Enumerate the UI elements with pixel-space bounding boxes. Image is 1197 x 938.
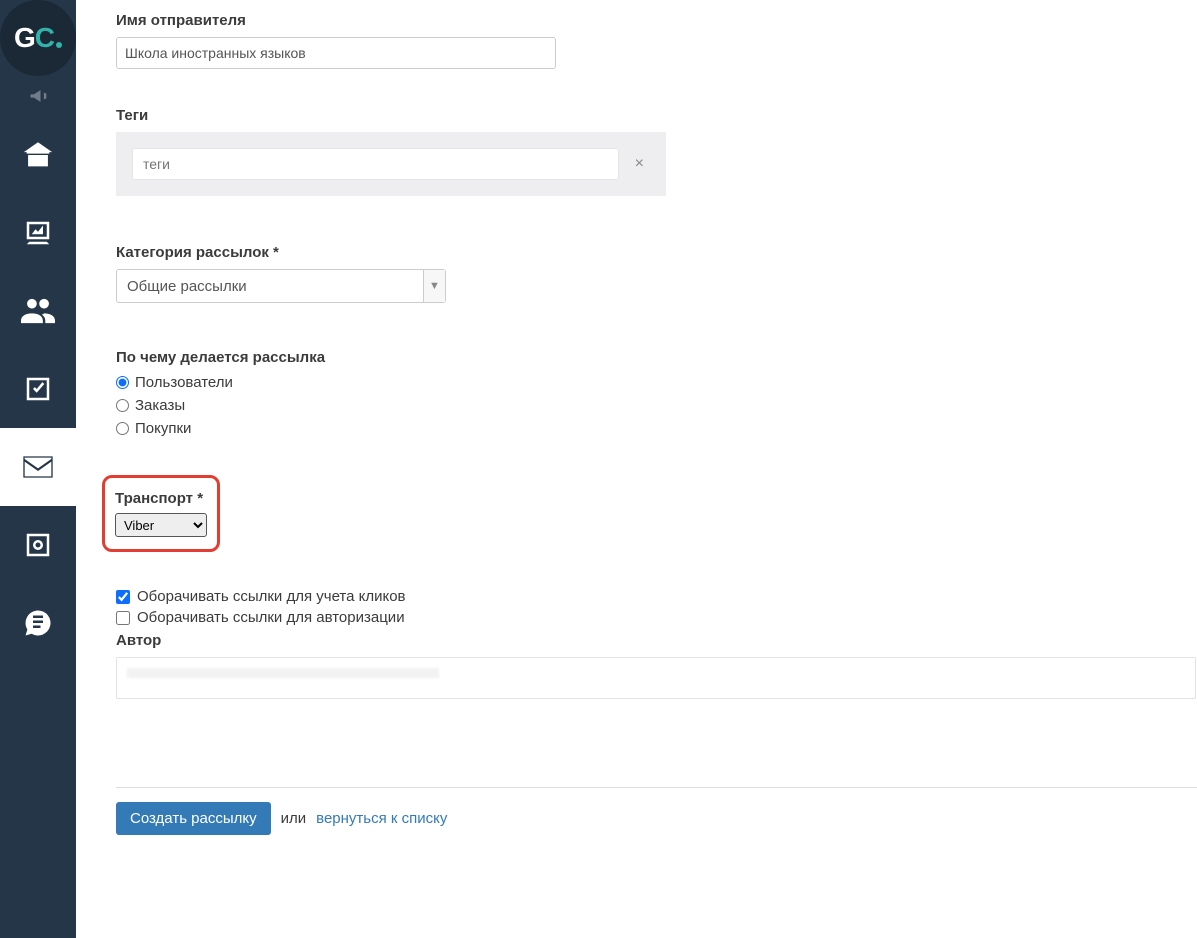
main-form: Имя отправителя Теги × Категория рассыло… bbox=[76, 0, 1197, 938]
nav-settings[interactable] bbox=[0, 506, 76, 584]
checkbox-wrap-clicks-row[interactable]: Оборачивать ссылки для учета кликов bbox=[116, 588, 1197, 605]
chat-icon bbox=[23, 608, 53, 638]
radio-orders-label: Заказы bbox=[135, 397, 185, 414]
checkbox-wrap-auth[interactable] bbox=[116, 611, 130, 625]
mail-icon bbox=[22, 455, 54, 479]
radio-orders[interactable] bbox=[116, 399, 129, 412]
radio-users-label: Пользователи bbox=[135, 374, 233, 391]
transport-select[interactable]: Viber bbox=[115, 513, 207, 537]
category-label: Категория рассылок * bbox=[116, 244, 1197, 261]
radio-purchases-label: Покупки bbox=[135, 420, 191, 437]
author-input[interactable] bbox=[116, 657, 1196, 699]
tags-clear-icon[interactable]: × bbox=[629, 155, 650, 173]
transport-highlight: Транспорт * Viber bbox=[102, 475, 220, 552]
logo: GC bbox=[0, 0, 76, 76]
check-square-icon bbox=[23, 374, 53, 404]
tags-label: Теги bbox=[116, 107, 1197, 124]
footer-or: или bbox=[281, 810, 307, 827]
field-tags: Теги × bbox=[116, 107, 1197, 196]
chart-board-icon bbox=[23, 218, 53, 248]
basis-option-orders[interactable]: Заказы bbox=[116, 397, 1197, 414]
author-label: Автор bbox=[116, 632, 1197, 649]
checkbox-wrap-clicks[interactable] bbox=[116, 590, 130, 604]
basis-option-purchases[interactable]: Покупки bbox=[116, 420, 1197, 437]
sender-input[interactable] bbox=[116, 37, 556, 69]
nav-analytics[interactable] bbox=[0, 194, 76, 272]
field-category: Категория рассылок * Общие рассылки ▼ bbox=[116, 244, 1197, 303]
transport-label: Транспорт * bbox=[115, 490, 207, 507]
submit-button[interactable]: Создать рассылку bbox=[116, 802, 271, 835]
field-basis: По чему делается рассылка Пользователи З… bbox=[116, 349, 1197, 437]
nav-mail[interactable] bbox=[0, 428, 76, 506]
tags-input[interactable] bbox=[132, 148, 619, 180]
checkbox-wrap-clicks-label: Оборачивать ссылки для учета кликов bbox=[137, 588, 406, 605]
tags-container: × bbox=[116, 132, 666, 196]
field-wrap-links: Оборачивать ссылки для учета кликов Обор… bbox=[116, 588, 1197, 626]
nav-home[interactable] bbox=[0, 116, 76, 194]
nav-tasks[interactable] bbox=[0, 350, 76, 428]
checkbox-wrap-auth-label: Оборачивать ссылки для авторизации bbox=[137, 609, 405, 626]
users-icon bbox=[21, 297, 55, 325]
category-selected: Общие рассылки bbox=[117, 270, 423, 302]
basis-label: По чему делается рассылка bbox=[116, 349, 1197, 366]
megaphone-icon bbox=[28, 88, 48, 104]
form-footer: Создать рассылку или вернуться к списку bbox=[116, 787, 1197, 835]
field-transport-wrap: Транспорт * Viber bbox=[102, 475, 1197, 552]
home-icon bbox=[21, 138, 55, 172]
nav-chat[interactable] bbox=[0, 584, 76, 662]
safe-gear-icon bbox=[23, 530, 53, 560]
sender-label: Имя отправителя bbox=[116, 12, 1197, 29]
logo-text: GC bbox=[14, 22, 62, 54]
back-link[interactable]: вернуться к списку bbox=[316, 810, 447, 827]
radio-users[interactable] bbox=[116, 376, 129, 389]
nav-users[interactable] bbox=[0, 272, 76, 350]
basis-option-users[interactable]: Пользователи bbox=[116, 374, 1197, 391]
checkbox-wrap-auth-row[interactable]: Оборачивать ссылки для авторизации bbox=[116, 609, 1197, 626]
category-select[interactable]: Общие рассылки ▼ bbox=[116, 269, 446, 303]
nav-notifications[interactable] bbox=[0, 76, 76, 116]
chevron-down-icon: ▼ bbox=[423, 270, 445, 302]
radio-purchases[interactable] bbox=[116, 422, 129, 435]
field-sender: Имя отправителя bbox=[116, 12, 1197, 69]
sidebar: GC bbox=[0, 0, 76, 938]
field-author: Автор bbox=[116, 632, 1197, 699]
